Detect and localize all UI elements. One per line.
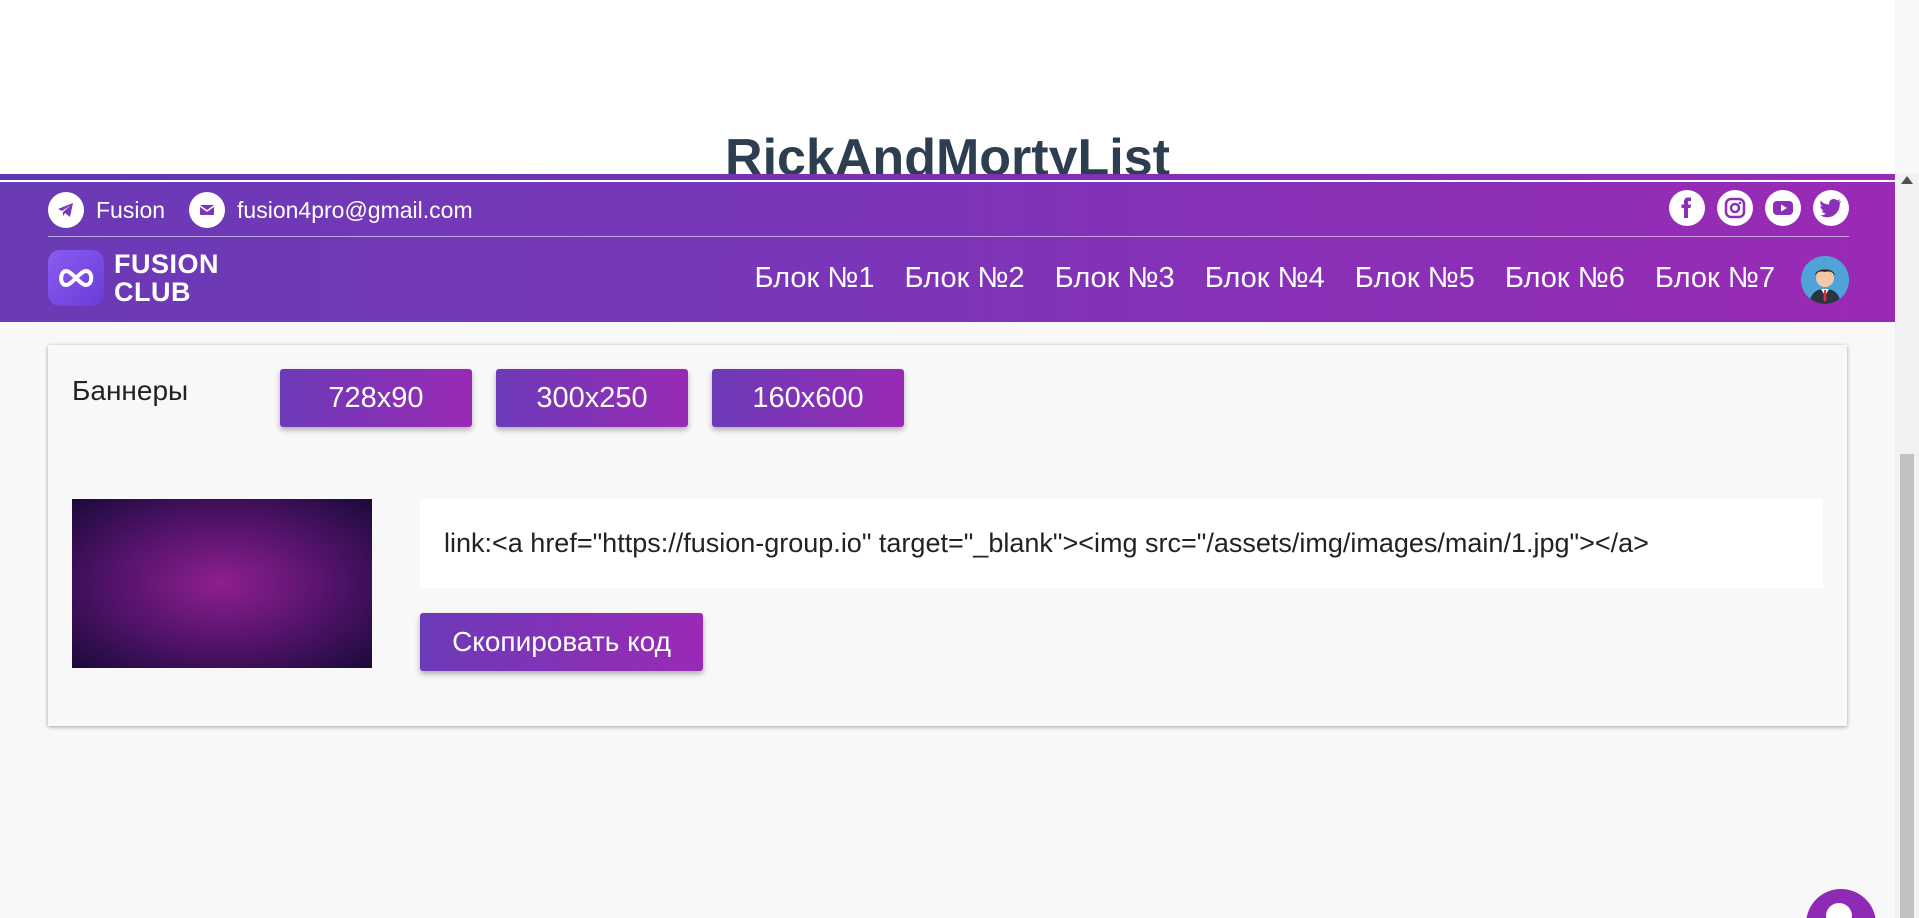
facebook-icon[interactable] bbox=[1669, 190, 1705, 226]
instagram-icon[interactable] bbox=[1717, 190, 1753, 226]
banner-preview-image bbox=[72, 499, 372, 668]
nav-item-block-6[interactable]: Блок №6 bbox=[1505, 256, 1625, 300]
twitter-icon[interactable] bbox=[1813, 190, 1849, 226]
email-icon[interactable] bbox=[189, 192, 226, 228]
nav-item-block-4[interactable]: Блок №4 bbox=[1205, 256, 1325, 300]
scroll-thumb[interactable] bbox=[1900, 454, 1914, 918]
nav-item-block-7[interactable]: Блок №7 bbox=[1655, 256, 1775, 300]
header-contacts: Fusion fusion4pro@gmail.com bbox=[48, 190, 473, 230]
page-scrollbar[interactable] bbox=[1895, 174, 1919, 918]
site-header: Fusion fusion4pro@gmail.com FUSION CLUB … bbox=[0, 174, 1895, 322]
fusion-club-logo[interactable]: FUSION CLUB bbox=[48, 250, 219, 306]
logo-text: FUSION CLUB bbox=[114, 249, 220, 307]
main-nav: Блок №1 Блок №2 Блок №3 Блок №4 Блок №5 … bbox=[754, 256, 1775, 300]
email-label[interactable]: fusion4pro@gmail.com bbox=[237, 197, 473, 224]
size-728x90-button[interactable]: 728x90 bbox=[280, 369, 472, 427]
telegram-label[interactable]: Fusion bbox=[96, 197, 165, 224]
size-160x600-button[interactable]: 160x600 bbox=[712, 369, 904, 427]
user-avatar[interactable] bbox=[1801, 256, 1849, 304]
nav-item-block-3[interactable]: Блок №3 bbox=[1055, 256, 1175, 300]
social-links bbox=[1669, 190, 1849, 226]
youtube-icon[interactable] bbox=[1765, 190, 1801, 226]
banner-code-field[interactable]: link:<a href="https://fusion-group.io" t… bbox=[420, 499, 1823, 588]
header-divider bbox=[48, 236, 1849, 237]
banners-label: Баннеры bbox=[72, 375, 189, 406]
header-top-strip bbox=[0, 174, 1895, 182]
nav-item-block-5[interactable]: Блок №5 bbox=[1355, 256, 1475, 300]
copy-code-button[interactable]: Скопировать код bbox=[420, 613, 703, 671]
size-300x250-button[interactable]: 300x250 bbox=[496, 369, 688, 427]
banners-panel: Баннеры 728x90 300x250 160x600 link:<a h… bbox=[48, 345, 1847, 726]
nav-item-block-1[interactable]: Блок №1 bbox=[754, 256, 874, 300]
floating-action-button[interactable] bbox=[1806, 889, 1876, 918]
nav-item-block-2[interactable]: Блок №2 bbox=[905, 256, 1025, 300]
infinity-icon bbox=[48, 250, 104, 306]
chat-icon bbox=[1826, 903, 1852, 918]
scroll-up-arrow-icon[interactable] bbox=[1901, 176, 1913, 184]
telegram-icon[interactable] bbox=[48, 192, 84, 228]
